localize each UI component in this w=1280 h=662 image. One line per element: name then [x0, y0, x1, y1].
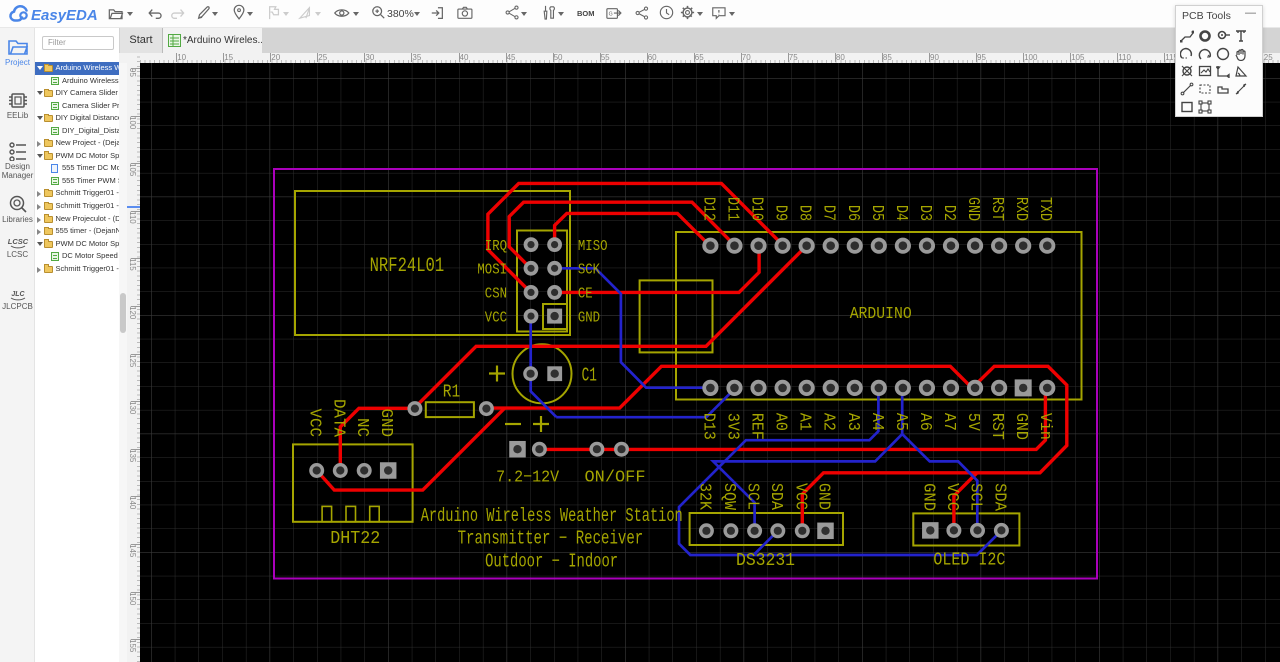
svg-text:DATA: DATA: [328, 399, 347, 438]
svg-text:A1: A1: [795, 413, 814, 431]
svg-text:VCC: VCC: [790, 483, 809, 510]
svg-text:CE: CE: [578, 286, 593, 303]
svg-text:GND: GND: [963, 197, 982, 221]
svg-text:G: G: [609, 12, 613, 18]
svg-text:Arduino Wireless Weather Stati: Arduino Wireless Weather Station: [421, 505, 683, 527]
svg-text:TXD: TXD: [1035, 197, 1054, 221]
svg-text:CSN: CSN: [485, 286, 507, 303]
svg-text:D7: D7: [819, 205, 838, 221]
svg-text:RST: RST: [987, 197, 1006, 221]
svg-text:A3: A3: [843, 413, 862, 431]
svg-text:IRQ: IRQ: [485, 238, 507, 255]
svg-text:REF: REF: [747, 413, 766, 440]
svg-text:Vin: Vin: [1035, 413, 1054, 440]
svg-text:A0: A0: [771, 413, 790, 431]
svg-text:D4: D4: [891, 205, 910, 221]
svg-text:GND: GND: [376, 409, 395, 438]
svg-text:Transmitter − Receiver: Transmitter − Receiver: [458, 528, 644, 550]
svg-text:NC: NC: [352, 418, 371, 437]
svg-text:MISO: MISO: [578, 238, 608, 255]
svg-text:A5: A5: [891, 413, 910, 431]
svg-text:VCC: VCC: [305, 409, 324, 438]
svg-text:D9: D9: [771, 205, 790, 221]
svg-text:RST: RST: [987, 413, 1006, 440]
svg-text:VCC: VCC: [942, 483, 961, 511]
svg-text:RXD: RXD: [1011, 197, 1030, 221]
svg-text:GND: GND: [1011, 413, 1030, 440]
svg-text:Outdoor − Indoor: Outdoor − Indoor: [485, 551, 618, 573]
svg-text:LCSC: LCSC: [7, 237, 28, 246]
svg-text:DS3231: DS3231: [736, 551, 795, 571]
svg-text:32K: 32K: [694, 483, 713, 511]
svg-text:A6: A6: [915, 413, 934, 431]
svg-text:5V: 5V: [963, 413, 982, 432]
svg-text:7.2−12V: 7.2−12V: [496, 468, 560, 487]
svg-text:SCL: SCL: [743, 483, 762, 510]
svg-text:D5: D5: [867, 205, 886, 221]
svg-text:GND: GND: [814, 483, 833, 510]
svg-text:EasyEDA: EasyEDA: [31, 7, 98, 24]
svg-text:A4: A4: [867, 413, 886, 431]
svg-text:ARDUINO: ARDUINO: [850, 305, 912, 324]
svg-text:SCK: SCK: [578, 262, 600, 279]
svg-text:SQW: SQW: [719, 483, 738, 511]
svg-text:D6: D6: [843, 205, 862, 221]
svg-text:D11: D11: [722, 197, 741, 221]
svg-text:A7: A7: [939, 413, 958, 431]
svg-text:ON/OFF: ON/OFF: [585, 468, 646, 487]
svg-text:OLED I2C: OLED I2C: [933, 551, 1005, 571]
svg-text:D2: D2: [939, 205, 958, 221]
svg-text:A2: A2: [819, 413, 838, 431]
svg-text:D12: D12: [698, 197, 717, 221]
svg-text:3V3: 3V3: [722, 413, 741, 440]
svg-text:VCC: VCC: [485, 309, 507, 326]
svg-text:D3: D3: [915, 205, 934, 221]
svg-text:SDA: SDA: [989, 483, 1008, 512]
svg-text:D10: D10: [747, 197, 766, 221]
svg-text:MOSI: MOSI: [477, 262, 507, 279]
svg-text:SDA: SDA: [766, 483, 785, 511]
svg-text:JLC: JLC: [11, 291, 25, 298]
svg-text:DHT22: DHT22: [330, 529, 380, 549]
svg-text:GND: GND: [578, 309, 600, 326]
svg-text:NRF24L01: NRF24L01: [370, 255, 445, 278]
svg-text:D13: D13: [698, 413, 717, 440]
svg-text:C1: C1: [582, 365, 597, 387]
svg-text:D8: D8: [795, 205, 814, 221]
svg-text:GND: GND: [918, 483, 937, 511]
svg-text:SCL: SCL: [966, 483, 985, 511]
svg-text:R1: R1: [443, 383, 461, 403]
